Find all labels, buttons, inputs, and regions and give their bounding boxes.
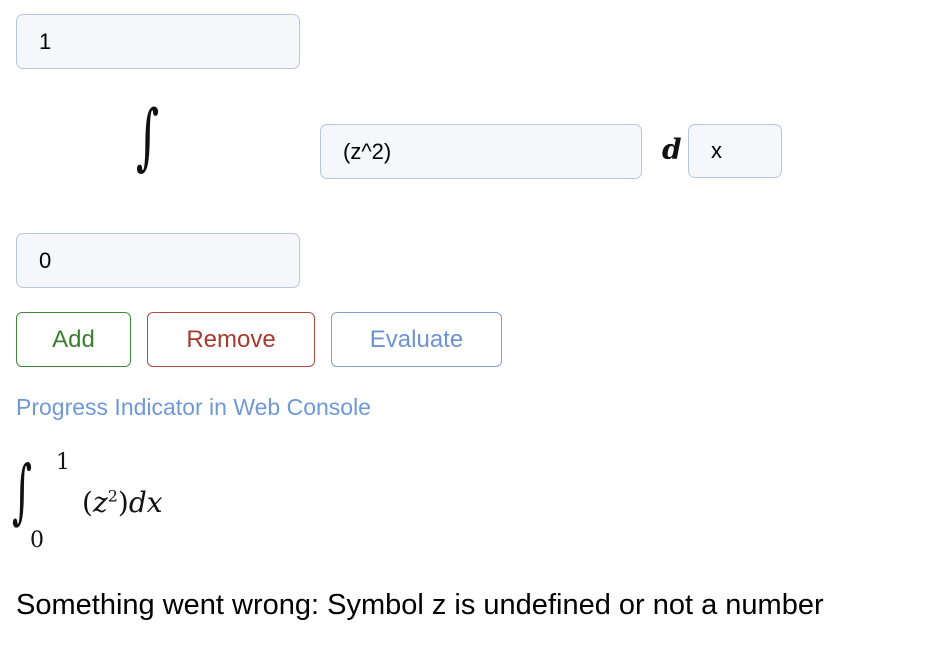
rendered-integrand: (z2)dx: [82, 486, 163, 519]
integral-symbol: ∫: [136, 94, 160, 178]
rendered-integrand-exponent: 2: [107, 486, 118, 506]
rendered-differential: dx: [128, 486, 163, 519]
differential-label: d: [662, 133, 682, 166]
upper-limit-input[interactable]: [16, 14, 300, 69]
integrand-input[interactable]: [320, 124, 642, 179]
progress-indicator-link[interactable]: Progress Indicator in Web Console: [16, 394, 371, 421]
rendered-integral-symbol: ∫: [12, 450, 33, 532]
rendered-lower-limit: 0: [30, 528, 44, 553]
variable-input[interactable]: [688, 124, 782, 178]
rendered-formula: ∫ 1 0 (z2)dx: [12, 448, 232, 568]
add-button[interactable]: Add: [16, 312, 131, 367]
evaluate-button[interactable]: Evaluate: [331, 312, 502, 367]
remove-button[interactable]: Remove: [147, 312, 315, 367]
rendered-upper-limit: 1: [56, 450, 70, 475]
lower-limit-input[interactable]: [16, 233, 300, 288]
rendered-integrand-base: z: [92, 486, 108, 519]
error-message: Something went wrong: Symbol z is undefi…: [16, 589, 824, 621]
